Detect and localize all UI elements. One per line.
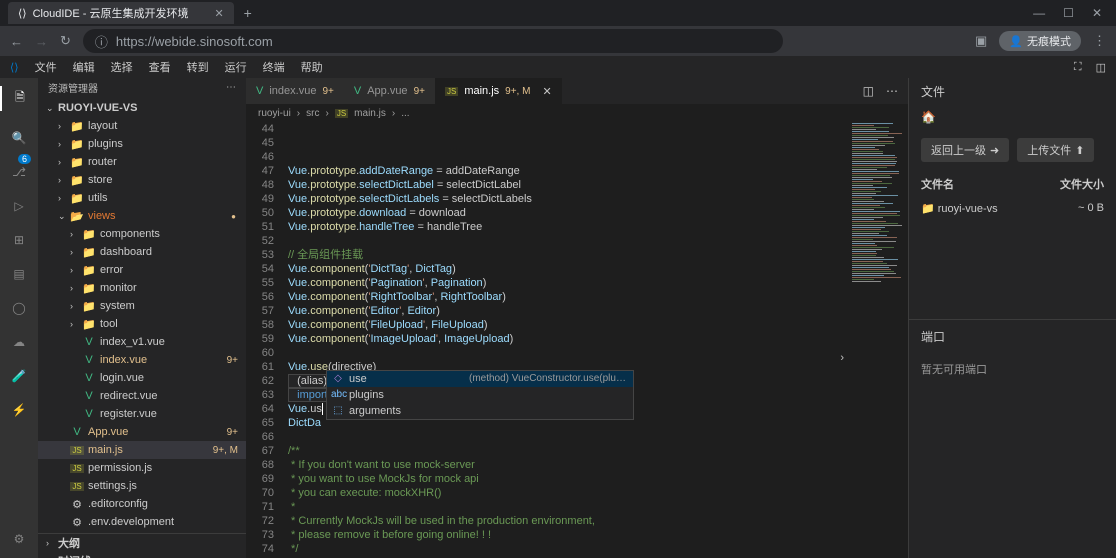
folder-error[interactable]: ›📁error xyxy=(38,261,246,279)
autocomplete-popup[interactable]: ◇use(method) VueConstructor.use(plugi…ab… xyxy=(326,370,634,420)
upload-button[interactable]: 上传文件 ⬆ xyxy=(1017,138,1094,162)
settings-icon[interactable]: ⚙ xyxy=(14,532,25,546)
close-window-icon[interactable]: ✕ xyxy=(1092,6,1102,20)
folder-system[interactable]: ›📁system xyxy=(38,297,246,315)
menu-view[interactable]: 查看 xyxy=(149,59,171,75)
ac-item-use[interactable]: ◇use(method) VueConstructor.use(plugi… xyxy=(327,371,633,387)
split-editor-icon[interactable]: ◫ xyxy=(863,84,874,98)
scm-badge: 6 xyxy=(18,154,31,164)
menu-edit[interactable]: 编辑 xyxy=(73,59,95,75)
folder-tool[interactable]: ›📁tool xyxy=(38,315,246,333)
activity-db-icon[interactable]: ▤ xyxy=(13,267,24,281)
panel-大纲[interactable]: ›大纲 xyxy=(38,534,246,552)
file-env-dev[interactable]: ⚙.env.development xyxy=(38,513,246,531)
col-filesize: 文件大小 xyxy=(1060,176,1104,192)
activity-debug-icon[interactable]: ▷ xyxy=(14,199,23,213)
activity-explorer-icon[interactable]: 🗎 xyxy=(0,86,38,111)
port-empty-text: 暂无可用端口 xyxy=(909,353,1116,385)
activity-ext-icon[interactable]: ⊞ xyxy=(14,233,24,247)
port-section-title: 端口 xyxy=(909,319,1116,353)
file-row[interactable]: 📁 ruoyi-vue-vs ~ 0 B xyxy=(909,198,1116,219)
file-index.vue[interactable]: Vindex.vue9+ xyxy=(38,351,246,369)
folder-dashboard[interactable]: ›📁dashboard xyxy=(38,243,246,261)
activity-scm-icon[interactable]: ⎇ xyxy=(12,165,26,179)
expand-hint-icon[interactable]: › xyxy=(840,352,844,364)
incognito-badge: 👤 无痕模式 xyxy=(999,31,1081,51)
extension-icon[interactable]: ▣ xyxy=(975,33,987,49)
file-main-js[interactable]: JSmain.js 9+, M xyxy=(38,441,246,459)
file-redirect.vue[interactable]: Vredirect.vue xyxy=(38,387,246,405)
line-gutter: 4445464748495051525354555657585960616263… xyxy=(246,122,288,558)
home-icon[interactable]: 🏠 xyxy=(909,104,1116,130)
fullscreen-icon[interactable]: ⛶ xyxy=(1074,61,1082,74)
activity-search-icon[interactable]: 🔍 xyxy=(12,131,27,145)
editor-more-icon[interactable]: ⋯ xyxy=(886,84,898,98)
folder-utils[interactable]: ›📁utils xyxy=(38,189,246,207)
file-settings-js[interactable]: JSsettings.js xyxy=(38,477,246,495)
col-filename: 文件名 xyxy=(921,176,954,192)
sidebar-title: 资源管理器 xyxy=(48,80,98,95)
code-editor[interactable]: Vue.prototype.addDateRange = addDateRang… xyxy=(288,122,848,558)
menu-run[interactable]: 运行 xyxy=(225,59,247,75)
folder-monitor[interactable]: ›📁monitor xyxy=(38,279,246,297)
folder-store[interactable]: ›📁store xyxy=(38,171,246,189)
editor-tab-index.vue[interactable]: Vindex.vue9+ xyxy=(246,78,344,104)
ac-item-arguments[interactable]: ⬚arguments xyxy=(327,403,633,419)
files-panel-title: 文件 xyxy=(909,78,1116,104)
folder-components[interactable]: ›📁components xyxy=(38,225,246,243)
app-icon: ⟨⟩ xyxy=(10,61,19,74)
sidebar-more-icon[interactable]: ⋯ xyxy=(226,82,236,93)
activity-cloud-icon[interactable]: ☁ xyxy=(13,335,25,349)
editor-tab-main.js[interactable]: JSmain.js9+, M✕ xyxy=(435,78,562,104)
folder-layout[interactable]: ›📁layout xyxy=(38,117,246,135)
menu-help[interactable]: 帮助 xyxy=(301,59,323,75)
tree-root[interactable]: ⌄RUOYI-VUE-VS xyxy=(38,99,246,117)
maximize-icon[interactable]: ☐ xyxy=(1063,6,1074,20)
file-register.vue[interactable]: Vregister.vue xyxy=(38,405,246,423)
file-editorconfig[interactable]: ⚙.editorconfig xyxy=(38,495,246,513)
back-button[interactable]: 返回上一级 ➜ xyxy=(921,138,1009,162)
close-tab-icon[interactable]: ✕ xyxy=(214,7,223,20)
menu-file[interactable]: 文件 xyxy=(35,59,57,75)
folder-router[interactable]: ›📁router xyxy=(38,153,246,171)
file-login.vue[interactable]: Vlogin.vue xyxy=(38,369,246,387)
breadcrumb[interactable]: ruoyi-ui›src›JSmain.js›... xyxy=(246,104,908,122)
tab-title: CloudIDE - 云原生集成开发环境 xyxy=(33,5,189,21)
minimap[interactable] xyxy=(848,122,908,558)
minimize-icon[interactable]: — xyxy=(1033,6,1045,20)
site-info-icon[interactable]: ⓘ xyxy=(95,32,108,51)
file-permission-js[interactable]: JSpermission.js xyxy=(38,459,246,477)
menu-terminal[interactable]: 终端 xyxy=(263,59,285,75)
activity-beaker-icon[interactable]: 🧪 xyxy=(12,369,27,383)
panel-时间线[interactable]: ›时间线 xyxy=(38,552,246,558)
new-tab-button[interactable]: + xyxy=(244,5,252,21)
reload-icon[interactable]: ↻ xyxy=(60,33,71,49)
nav-back-icon[interactable]: ← xyxy=(10,34,23,49)
editor-tab-App.vue[interactable]: VApp.vue9+ xyxy=(344,78,435,104)
layout-icon[interactable]: ◫ xyxy=(1096,61,1106,74)
file-app-vue[interactable]: VApp.vue 9+ xyxy=(38,423,246,441)
ac-item-plugins[interactable]: abcplugins xyxy=(327,387,633,403)
address-input[interactable]: ⓘ https://webide.sinosoft.com xyxy=(83,29,783,53)
nav-forward-icon[interactable]: → xyxy=(35,34,48,49)
menu-select[interactable]: 选择 xyxy=(111,59,133,75)
menu-goto[interactable]: 转到 xyxy=(187,59,209,75)
browser-tab[interactable]: ⟨⟩ CloudIDE - 云原生集成开发环境 ✕ xyxy=(8,2,234,24)
tab-favicon: ⟨⟩ xyxy=(18,7,27,20)
activity-circle-icon[interactable]: ◯ xyxy=(12,301,25,315)
file-index_v1.vue[interactable]: Vindex_v1.vue xyxy=(38,333,246,351)
incognito-icon: 👤 xyxy=(1009,35,1023,48)
folder-plugins[interactable]: ›📁plugins xyxy=(38,135,246,153)
activity-bolt-icon[interactable]: ⚡ xyxy=(12,403,27,417)
url-text: https://webide.sinosoft.com xyxy=(116,34,273,49)
folder-views[interactable]: ⌄📂views ● xyxy=(38,207,246,225)
browser-menu-icon[interactable]: ⋮ xyxy=(1093,33,1106,49)
